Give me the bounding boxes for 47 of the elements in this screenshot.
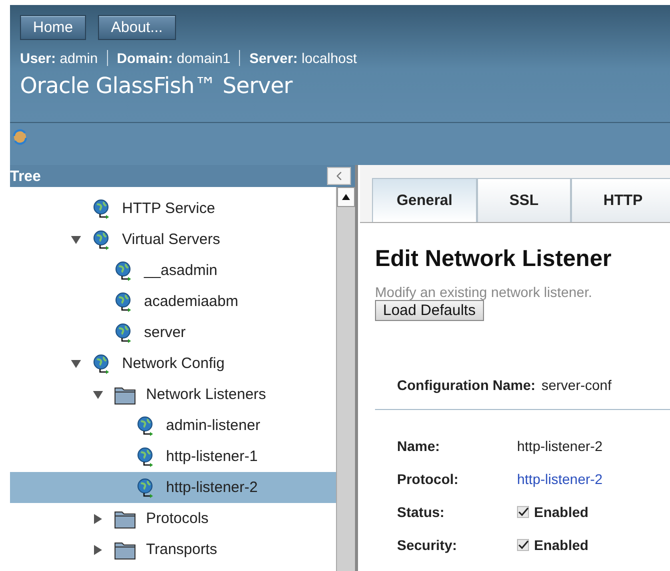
session-info: User: admin	[20, 50, 99, 66]
tree-item[interactable]: admin-listener	[10, 410, 336, 441]
tree-item[interactable]: server	[10, 317, 336, 348]
tree-item[interactable]: http-listener-1	[10, 441, 336, 472]
checkbox-label: Enabled	[534, 504, 588, 520]
session-info: Domain: domain1	[106, 50, 240, 66]
tree-item[interactable]: academiaabm	[10, 286, 336, 317]
tree-item[interactable]: Network Listeners	[10, 379, 336, 410]
folder-icon	[114, 540, 136, 560]
tab[interactable]: SSL	[477, 178, 571, 222]
tree-item[interactable]: HTTP Service	[10, 193, 336, 224]
checkbox[interactable]	[517, 506, 529, 518]
tab[interactable]: General	[372, 178, 477, 222]
nav-button[interactable]: Home	[20, 15, 86, 40]
checkbox[interactable]	[517, 539, 529, 551]
load-defaults-button[interactable]: Load Defaults	[375, 300, 484, 321]
expanded-arrow-icon[interactable]	[71, 358, 81, 368]
checkbox-label: Enabled	[534, 537, 588, 553]
session-info: Server: localhost	[239, 50, 366, 66]
tree-title: Tree	[10, 168, 41, 184]
folder-icon	[114, 384, 136, 404]
tree-item[interactable]: http-listener-2	[10, 472, 336, 503]
scrollbar[interactable]	[336, 187, 355, 571]
field-label: Protocol:	[397, 471, 460, 487]
nav-button[interactable]: About...	[98, 15, 176, 40]
tree-item[interactable]: Network Config	[10, 348, 336, 379]
field-label: Name:	[397, 438, 441, 454]
field-value: http-listener-2	[517, 438, 604, 454]
tree-item[interactable]: Virtual Servers	[10, 224, 336, 255]
up-arrow-icon[interactable]	[342, 194, 350, 200]
page-description: Modify an existing network listener.	[375, 284, 594, 300]
collapsed-arrow-icon[interactable]	[93, 514, 103, 524]
page-title: Edit Network Listener	[375, 245, 612, 272]
product-title: Oracle GlassFish™ Server	[20, 74, 294, 99]
field-label: Status:	[397, 504, 446, 520]
field-label: Configuration Name:	[397, 377, 536, 393]
field-label: Security:	[397, 537, 458, 553]
protocol-link[interactable]: http-listener-2	[517, 471, 670, 487]
expanded-arrow-icon[interactable]	[71, 234, 81, 244]
folder-icon	[114, 508, 136, 528]
field-value: server-conf	[541, 377, 612, 393]
tree-item[interactable]: Transports	[10, 534, 336, 565]
tree-item[interactable]: Protocols	[10, 503, 336, 534]
expanded-arrow-icon[interactable]	[93, 390, 103, 400]
tree-item[interactable]: __asadmin	[10, 255, 336, 286]
tab[interactable]: HTTP	[571, 178, 670, 222]
collapsed-arrow-icon[interactable]	[93, 544, 103, 554]
